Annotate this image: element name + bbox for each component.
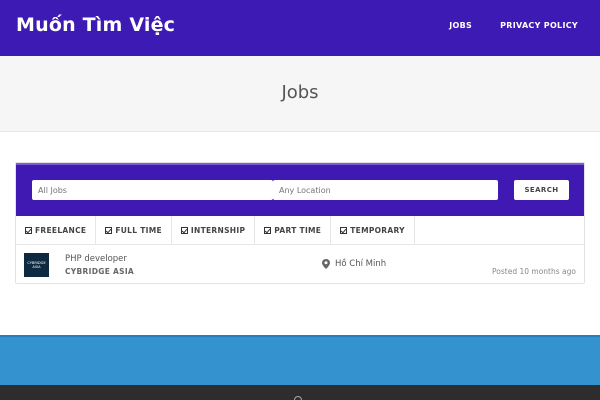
filter-label: INTERNSHIP xyxy=(190,226,246,235)
checkbox-checked-icon[interactable] xyxy=(180,227,188,234)
company-logo-text: CYBRIDGE ASIA xyxy=(27,261,46,269)
search-button[interactable]: SEARCH xyxy=(514,180,569,200)
filter-full-time[interactable]: FULL TIME xyxy=(96,216,172,245)
filter-part-time[interactable]: PART TIME xyxy=(255,216,332,245)
checkbox-checked-icon[interactable] xyxy=(25,227,32,234)
filter-label: FREELANCE xyxy=(35,226,87,235)
checkbox-checked-icon[interactable] xyxy=(105,227,113,234)
job-search-bar: SEARCH xyxy=(16,163,584,216)
job-listing-row[interactable]: CYBRIDGE ASIA PHP developer CYBRIDGE ASI… xyxy=(16,246,584,284)
filter-label: PART TIME xyxy=(274,226,322,235)
job-type-filters: FREELANCE FULL TIME INTERNSHIP PART TIME… xyxy=(16,216,584,245)
filter-freelance[interactable]: FREELANCE xyxy=(16,216,97,245)
site-brand[interactable]: Muốn Tìm Việc xyxy=(16,14,175,36)
filter-label: FULL TIME xyxy=(115,226,162,235)
filter-temporary[interactable]: TEMPORARY xyxy=(331,216,415,245)
job-location-text: Hồ Chí Minh xyxy=(335,259,387,269)
main-nav: JOBS PRIVACY POLICY xyxy=(449,21,578,30)
job-location: Hồ Chí Minh xyxy=(322,259,386,269)
nav-jobs-link[interactable]: JOBS xyxy=(449,21,472,30)
filter-internship[interactable]: INTERNSHIP xyxy=(172,216,256,245)
page-title: Jobs xyxy=(281,82,319,103)
checkbox-checked-icon[interactable] xyxy=(264,227,272,234)
company-name: CYBRIDGE ASIA xyxy=(65,267,135,276)
job-board: SEARCH FREELANCE FULL TIME INTERNSHIP PA… xyxy=(15,162,585,284)
map-pin-icon xyxy=(322,259,330,269)
footer-icon xyxy=(294,396,302,400)
page-hero: Jobs xyxy=(0,56,600,132)
job-title[interactable]: PHP developer xyxy=(65,254,127,264)
nav-privacy-policy-link[interactable]: PRIVACY POLICY xyxy=(500,21,578,30)
location-input[interactable] xyxy=(273,180,498,200)
filter-label: TEMPORARY xyxy=(350,226,405,235)
job-posted-date: Posted 10 months ago xyxy=(492,267,576,276)
site-header: Muốn Tìm Việc JOBS PRIVACY POLICY xyxy=(0,0,600,56)
footer-widgets xyxy=(0,335,600,385)
checkbox-checked-icon[interactable] xyxy=(340,227,348,234)
footer-bottom-bar xyxy=(0,385,600,400)
company-logo: CYBRIDGE ASIA xyxy=(24,253,49,277)
keywords-input[interactable] xyxy=(32,180,273,200)
